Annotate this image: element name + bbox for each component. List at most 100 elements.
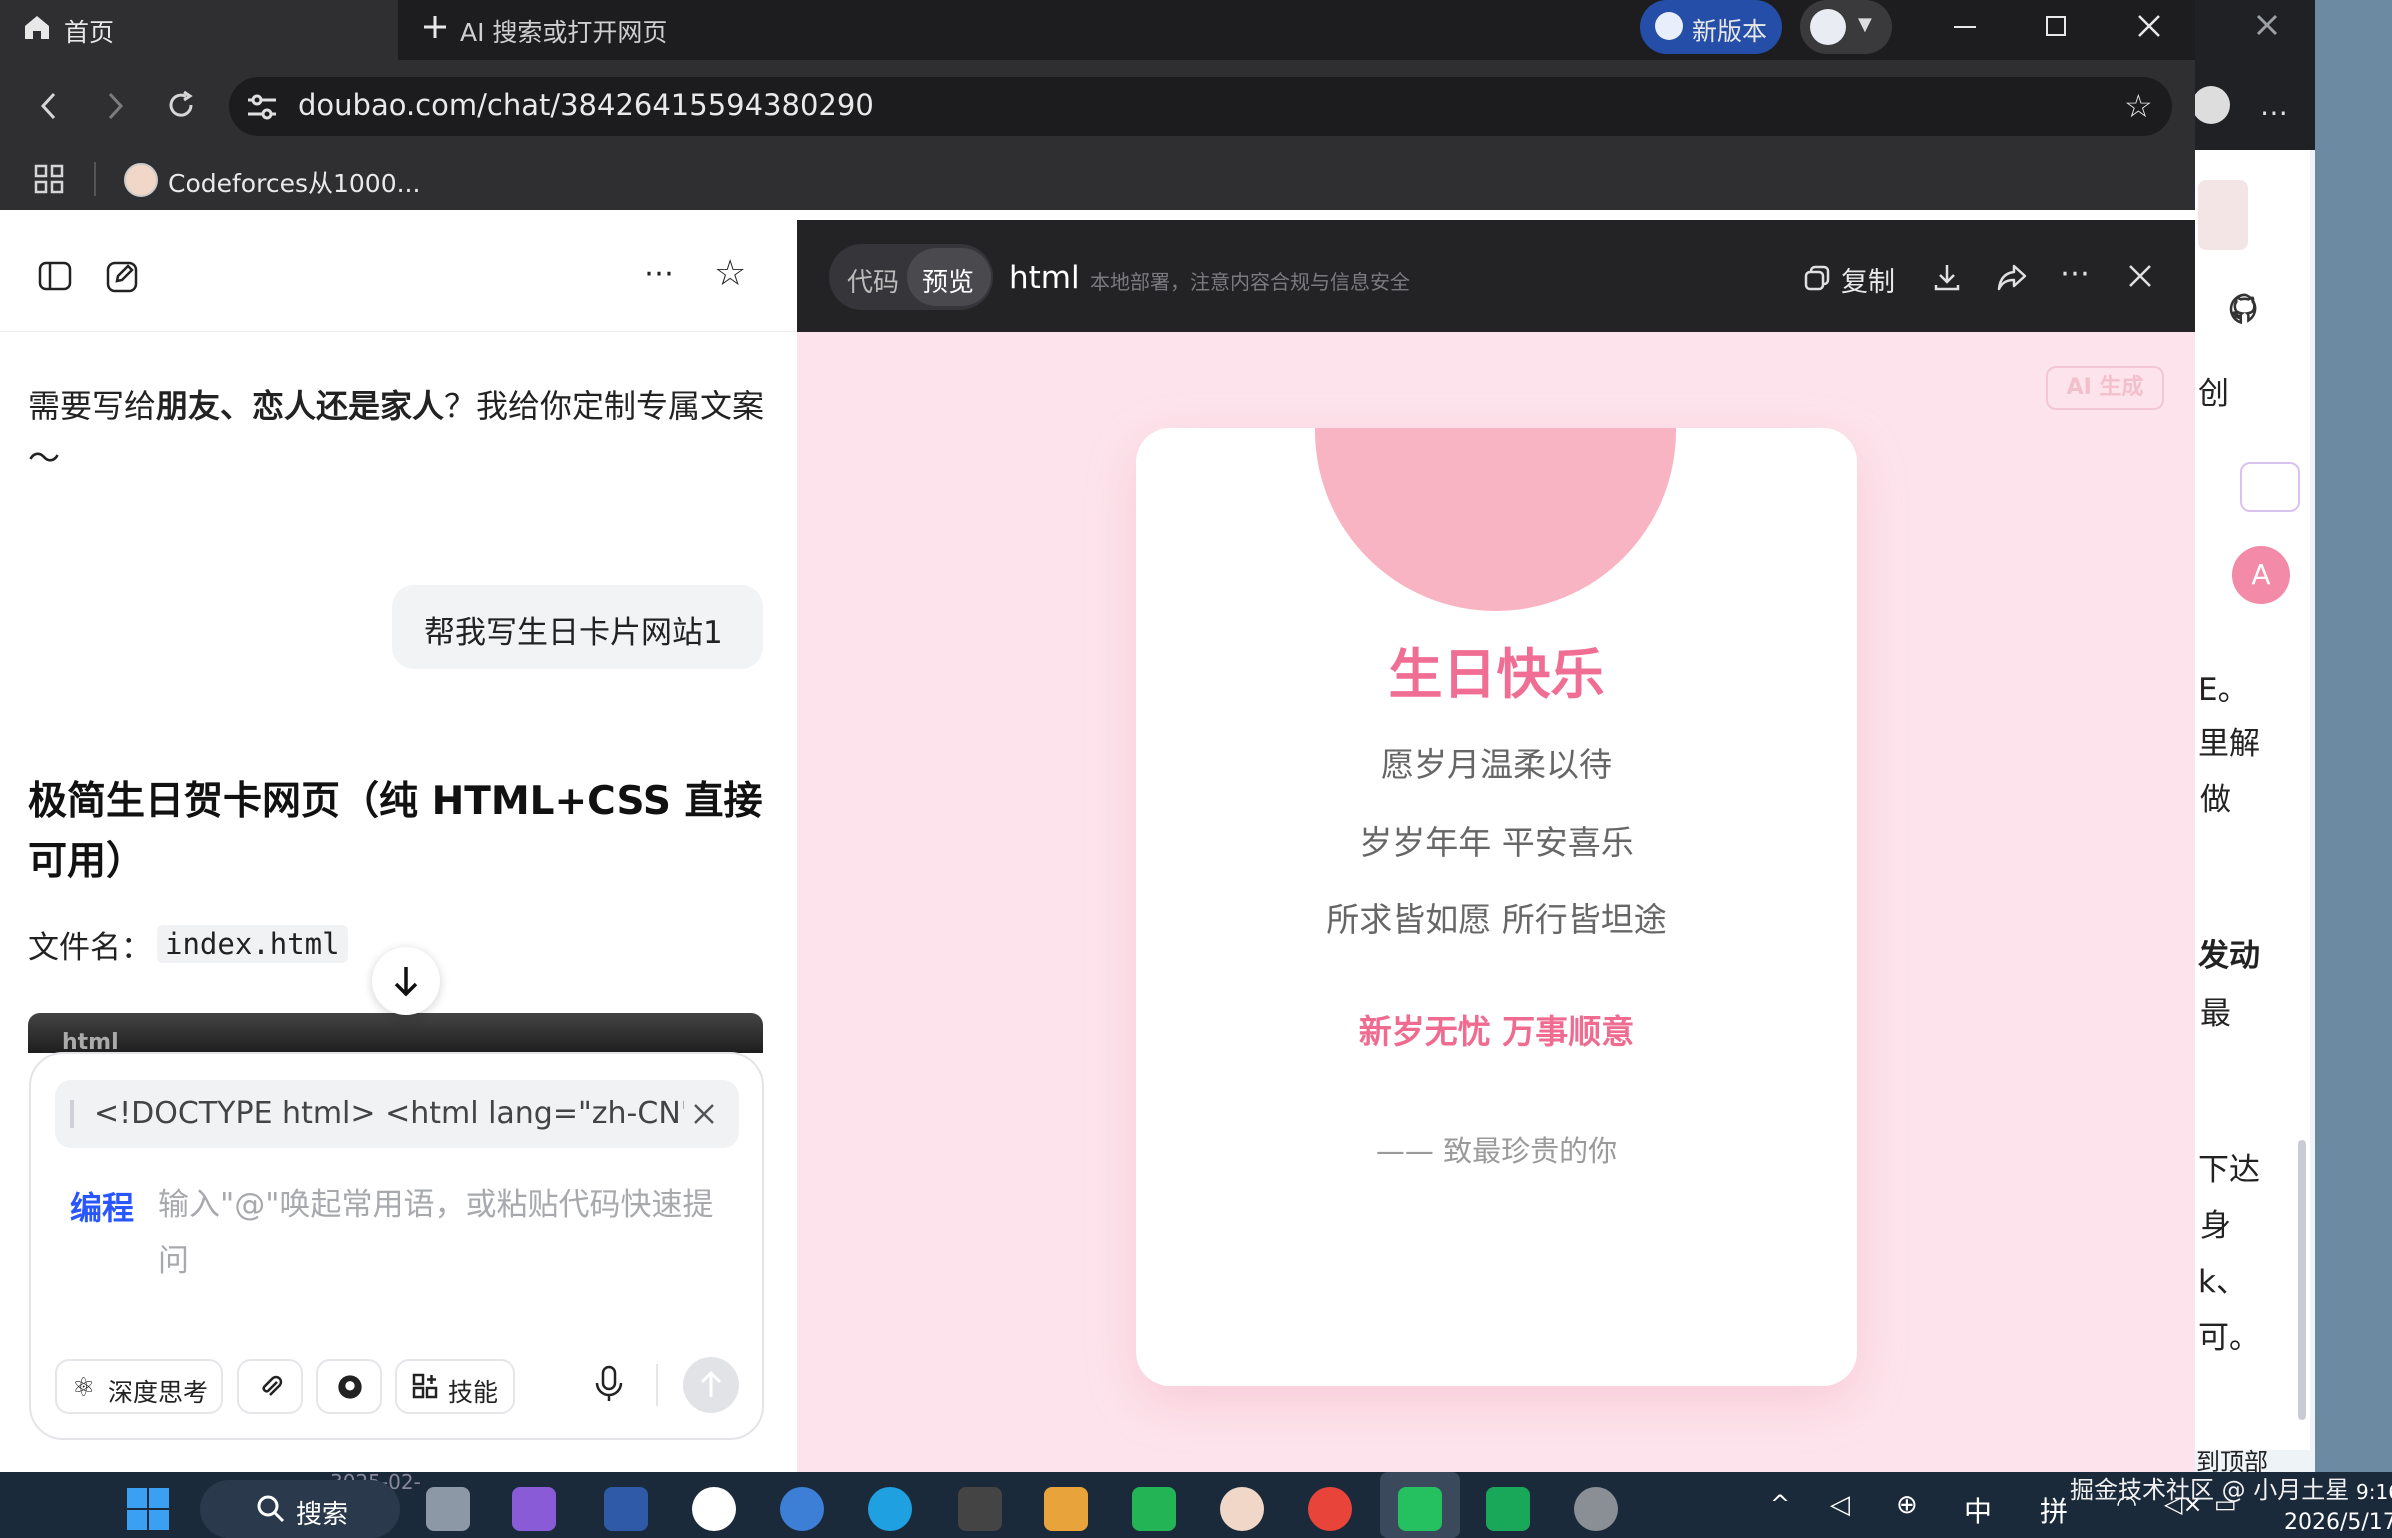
message-input[interactable]: 输入"@"唤起常用语，或粘贴代码快速提问	[158, 1177, 738, 1289]
settings-gear-icon[interactable]	[780, 1487, 824, 1531]
ime-lang[interactable]: 中	[1964, 1490, 1992, 1530]
favorite-star-icon[interactable]: ☆	[714, 256, 746, 292]
unity-icon[interactable]	[958, 1487, 1002, 1531]
intro-prefix: 需要写给	[28, 387, 157, 425]
file-name-code: index.html	[157, 925, 348, 963]
atom-icon: ⚛	[72, 1373, 96, 1403]
quote-bar	[70, 1100, 74, 1128]
tab-preview[interactable]: 预览	[922, 262, 974, 299]
code-block-header	[28, 1013, 763, 1053]
network-sync-icon[interactable]: ⊕	[1896, 1490, 1918, 1520]
apps-grid-icon[interactable]	[34, 164, 64, 194]
skills-grid-icon	[412, 1373, 438, 1399]
card-line: 岁岁年年 平安喜乐	[1359, 823, 1634, 862]
bookmark-item[interactable]: Codeforces从1000...	[168, 164, 420, 200]
copy-label[interactable]: 复制	[1841, 260, 1895, 299]
clock-time[interactable]: 9:16	[2356, 1480, 2392, 1504]
bg-text: 最	[2200, 996, 2231, 1032]
github-icon[interactable]	[2228, 292, 2262, 326]
mascot-image	[2198, 180, 2248, 250]
tab-label[interactable]: AI 搜索或打开网页	[460, 13, 667, 49]
birthday-card: 生日快乐 愿岁月温柔以待 岁岁年年 平安喜乐 所求皆如愿 所行皆坦途 新岁无忧 …	[1136, 428, 1857, 1386]
settings-icon[interactable]	[1574, 1487, 1618, 1531]
sidebar-toggle-icon[interactable]	[38, 261, 72, 291]
profile-button[interactable]: ▼	[1800, 0, 1892, 54]
close-preview-icon[interactable]	[2127, 263, 2153, 289]
tray-overflow-icon[interactable]: ^	[1770, 1490, 1790, 1518]
grid-add-icon[interactable]	[2240, 462, 2300, 512]
user-message: 帮我写生日卡片网站1	[392, 585, 763, 669]
github-desktop-icon[interactable]	[692, 1487, 736, 1531]
bg-text: 下达	[2198, 1152, 2260, 1188]
divider	[94, 162, 96, 196]
more-icon[interactable]: ⋯	[644, 256, 674, 291]
decorative-circle	[1315, 428, 1676, 611]
back-icon[interactable]	[38, 90, 60, 122]
edge-icon[interactable]	[868, 1487, 912, 1531]
card-line: 愿岁月温柔以待	[1381, 745, 1612, 784]
tab-home[interactable]	[0, 0, 398, 62]
bg-text: 可。	[2198, 1320, 2260, 1356]
clock-date[interactable]: 2026/5/17	[2284, 1510, 2392, 1535]
copy-icon[interactable]	[1803, 264, 1831, 292]
card-line: 所求皆如愿 所行皆坦途	[1326, 900, 1667, 939]
deep-think-label: 深度思考	[108, 1378, 209, 1407]
tab-code[interactable]: 代码	[847, 262, 899, 299]
terminal-icon[interactable]	[1486, 1487, 1530, 1531]
new-version-label: 新版本	[1692, 17, 1768, 46]
dev-cpp-icon[interactable]	[604, 1487, 648, 1531]
more-icon[interactable]: ⋯	[2060, 256, 2090, 291]
intro-bold: 朋友、恋人还是家人	[156, 387, 445, 425]
skills-label: 技能	[448, 1378, 499, 1407]
new-chat-icon[interactable]	[106, 259, 140, 293]
chrome-icon[interactable]	[1308, 1487, 1352, 1531]
background-close-icon[interactable]	[2254, 12, 2280, 38]
github-button[interactable]	[316, 1359, 382, 1414]
notice-text: 本地部署，注意内容合规与信息安全	[1090, 270, 1410, 294]
file-explorer-icon[interactable]	[426, 1487, 470, 1531]
desktop-wallpaper	[2315, 0, 2392, 1472]
close-icon[interactable]	[2136, 13, 2162, 39]
mode-label[interactable]: 编程	[70, 1183, 134, 1229]
download-icon[interactable]	[1932, 262, 1962, 292]
visual-studio-icon[interactable]	[512, 1487, 556, 1531]
green-app-icon[interactable]	[1132, 1487, 1176, 1531]
watermark: 掘金技术社区 @ 小月土星	[2070, 1476, 2350, 1504]
bg-text: 创	[2198, 376, 2229, 412]
ime-mode[interactable]: 拼	[2040, 1490, 2068, 1530]
avatar[interactable]	[2192, 86, 2230, 124]
translate-icon[interactable]: A	[2232, 546, 2290, 604]
windows-start-icon[interactable]	[126, 1487, 170, 1531]
bg-text: 发动	[2198, 938, 2260, 974]
card-signature: —— 致最珍贵的你	[1375, 1134, 1618, 1168]
wechat-icon[interactable]	[1398, 1487, 1442, 1531]
remove-quote-icon[interactable]	[692, 1102, 716, 1126]
answer-heading: 极简生日贺卡网页（纯 HTML+CSS 直接可用）	[28, 779, 763, 884]
more-icon[interactable]: ⋯	[2260, 96, 2288, 129]
location-icon[interactable]: ◁	[1830, 1490, 1850, 1520]
url-text[interactable]: doubao.com/chat/38426415594380290	[298, 88, 874, 122]
scroll-down-button[interactable]	[372, 947, 440, 1015]
microphone-icon[interactable]	[592, 1364, 626, 1404]
minimize-icon[interactable]	[1954, 26, 1976, 28]
code-block-lang: html	[62, 1030, 119, 1052]
search-icon	[256, 1494, 286, 1524]
preview-header	[797, 220, 2195, 332]
site-settings-icon[interactable]	[246, 92, 278, 122]
forward-icon[interactable]	[104, 90, 126, 122]
favorite-star-icon[interactable]: ☆	[2124, 90, 2153, 122]
divider	[656, 1364, 658, 1406]
maximize-icon[interactable]	[2046, 16, 2066, 36]
send-button[interactable]	[683, 1357, 739, 1413]
upgrade-arrow-icon	[1655, 12, 1683, 40]
background-scrollbar[interactable]	[2298, 1140, 2306, 1420]
avatar-app-icon[interactable]	[1220, 1487, 1264, 1531]
search-label: 搜索	[296, 1500, 349, 1530]
new-tab-icon[interactable]	[420, 12, 450, 42]
file-type-label: html	[1009, 260, 1080, 296]
bar-chart-icon[interactable]	[1044, 1487, 1088, 1531]
file-label: 文件名：	[28, 930, 152, 966]
attach-button[interactable]	[237, 1359, 303, 1414]
share-icon[interactable]	[1996, 262, 2028, 292]
reload-icon[interactable]	[164, 88, 198, 122]
